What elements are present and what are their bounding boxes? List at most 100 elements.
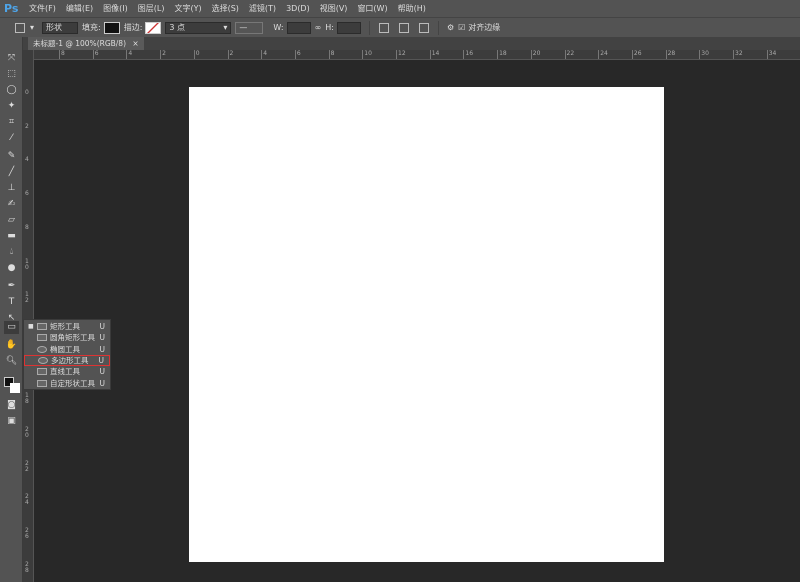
flyout-item-label: 多边形工具	[51, 356, 89, 366]
chevron-down-icon[interactable]: ▾	[223, 23, 227, 32]
shape-tool-icon	[37, 334, 47, 342]
path-operations-icon[interactable]	[378, 22, 389, 33]
menu-edit[interactable]: 编辑(E)	[66, 3, 93, 14]
menu-layer[interactable]: 图层(L)	[138, 3, 165, 14]
document-title: 未标题-1 @ 100%(RGB/8)	[33, 39, 127, 48]
ruler-label: 24	[25, 493, 29, 507]
ruler-label: 14	[429, 50, 439, 59]
menu-help[interactable]: 帮助(H)	[398, 3, 426, 14]
magic-wand-tool-icon[interactable]: ✦	[4, 100, 19, 113]
shortcut-key: U	[99, 378, 106, 388]
stroke-width-value: 3 点	[169, 23, 186, 32]
flyout-item[interactable]: 椭圆工具 U	[24, 344, 110, 355]
horizontal-ruler[interactable]: 8642024681012141618202224262830323436	[34, 50, 800, 60]
align-edges-checkbox[interactable]: ☑	[458, 23, 465, 32]
ruler-label: 4	[261, 50, 267, 59]
ruler-label: 34	[766, 50, 776, 59]
chevron-down-icon[interactable]: ▾	[30, 23, 34, 32]
align-edges-label: 对齐边缘	[468, 23, 501, 32]
gradient-tool-icon[interactable]: ▬	[4, 230, 19, 243]
vertical-ruler[interactable]: 024681012141618202224262830	[23, 50, 34, 582]
fill-swatch[interactable]	[103, 21, 120, 34]
zoom-tool-icon[interactable]: 🔍︎	[4, 355, 19, 368]
menu-type[interactable]: 文字(Y)	[174, 3, 201, 14]
divider	[437, 20, 439, 35]
lasso-tool-icon[interactable]: ◯	[4, 84, 19, 97]
mode-value: 形状	[46, 23, 63, 32]
width-label: W:	[273, 23, 284, 32]
ruler-label: 8	[59, 50, 65, 59]
document-tab-bar: 未标题-1 @ 100%(RGB/8) ×	[23, 37, 800, 50]
close-tab-button[interactable]: ×	[132, 39, 138, 48]
eyedropper-tool-icon[interactable]: ⁄	[4, 132, 19, 145]
tool-preset-icon[interactable]	[15, 22, 25, 33]
marquee-tool-icon[interactable]: ⬚	[4, 68, 19, 81]
menu-image[interactable]: 图像(I)	[103, 3, 128, 14]
stroke-type-select[interactable]: —	[235, 21, 264, 34]
flyout-item[interactable]: 自定形状工具 U	[24, 377, 110, 388]
ruler-label: 20	[530, 50, 540, 59]
document-tab[interactable]: 未标题-1 @ 100%(RGB/8) ×	[28, 37, 144, 50]
flyout-item[interactable]: 圆角矩形工具 U	[24, 332, 110, 343]
ruler-label: 12	[396, 50, 406, 59]
ruler-label: 10	[25, 257, 29, 271]
flyout-item-label: 自定形状工具	[50, 378, 95, 388]
flyout-item[interactable]: 直线工具 U	[24, 366, 110, 377]
crop-tool-icon[interactable]: ⌗	[4, 116, 19, 129]
menu-filter[interactable]: 滤镜(T)	[249, 3, 276, 14]
path-alignment-icon[interactable]	[398, 22, 409, 33]
eraser-tool-icon[interactable]: ▱	[4, 214, 19, 227]
divider	[368, 20, 370, 35]
shape-tool-icon	[38, 357, 48, 365]
shortcut-key: U	[98, 356, 105, 366]
ruler-label: 22	[564, 50, 574, 59]
stroke-label: 描边:	[123, 23, 143, 32]
rectangle-tool-icon[interactable]: ▭	[4, 321, 19, 334]
stroke-width-input[interactable]: 3 点 ▾	[165, 21, 232, 34]
link-icon[interactable]: ∞	[315, 23, 322, 32]
type-tool-icon[interactable]: T	[4, 296, 19, 309]
move-tool-icon[interactable]: ⤧	[4, 52, 19, 65]
pen-tool-icon[interactable]: ✒	[4, 280, 19, 293]
quick-mask-icon[interactable]: ◙	[4, 399, 19, 412]
ruler-label: 2	[227, 50, 233, 59]
blur-tool-icon[interactable]: 💧︎	[4, 246, 19, 259]
history-brush-tool-icon[interactable]: ✍	[4, 198, 19, 211]
flyout-item[interactable]: 多边形工具 U	[24, 354, 110, 367]
menu-select[interactable]: 选择(S)	[212, 3, 239, 14]
flyout-item-label: 直线工具	[50, 367, 80, 377]
shape-tool-icon	[37, 379, 47, 387]
shape-tools-flyout: ■ 矩形工具 U 圆角矩形工具 U 椭圆工具 U 多边形工具 U 直线工具 U 自定形状工具 U	[23, 319, 111, 390]
ruler-label: 8	[328, 50, 334, 59]
menu-window[interactable]: 窗口(W)	[357, 3, 387, 14]
mode-select[interactable]: 形状	[42, 21, 79, 34]
ruler-label: 16	[463, 50, 473, 59]
document-canvas[interactable]	[189, 87, 664, 562]
menu-3d[interactable]: 3D(D)	[286, 4, 310, 13]
path-arrangement-icon[interactable]	[418, 22, 429, 33]
active-indicator: ■	[28, 323, 34, 331]
healing-brush-tool-icon[interactable]: ✎	[4, 150, 19, 163]
dodge-tool-icon[interactable]: ●	[4, 262, 19, 275]
brush-tool-icon[interactable]: ╱	[4, 166, 19, 179]
menu-file[interactable]: 文件(F)	[29, 3, 56, 14]
background-color-swatch[interactable]	[10, 383, 20, 393]
width-input[interactable]	[286, 21, 311, 34]
ruler-label: 18	[25, 392, 29, 406]
height-label: H:	[325, 23, 334, 32]
clone-stamp-tool-icon[interactable]: ⊥	[4, 182, 19, 195]
ruler-label: 4	[126, 50, 132, 59]
flyout-item[interactable]: ■ 矩形工具 U	[24, 321, 110, 332]
ruler-label: 30	[699, 50, 709, 59]
stroke-swatch[interactable]	[145, 21, 162, 34]
menu-view[interactable]: 视图(V)	[320, 3, 348, 14]
ruler-label: 8	[25, 223, 29, 231]
shape-tool-icon	[37, 323, 47, 331]
ruler-label: 20	[25, 426, 29, 439]
screen-mode-icon[interactable]: ▣	[4, 415, 19, 428]
shape-tool-icon	[37, 368, 47, 376]
hand-tool-icon[interactable]: ✋	[4, 339, 19, 352]
gear-icon[interactable]: ⚙	[447, 23, 454, 32]
height-input[interactable]	[336, 21, 361, 34]
shortcut-key: U	[99, 344, 106, 354]
